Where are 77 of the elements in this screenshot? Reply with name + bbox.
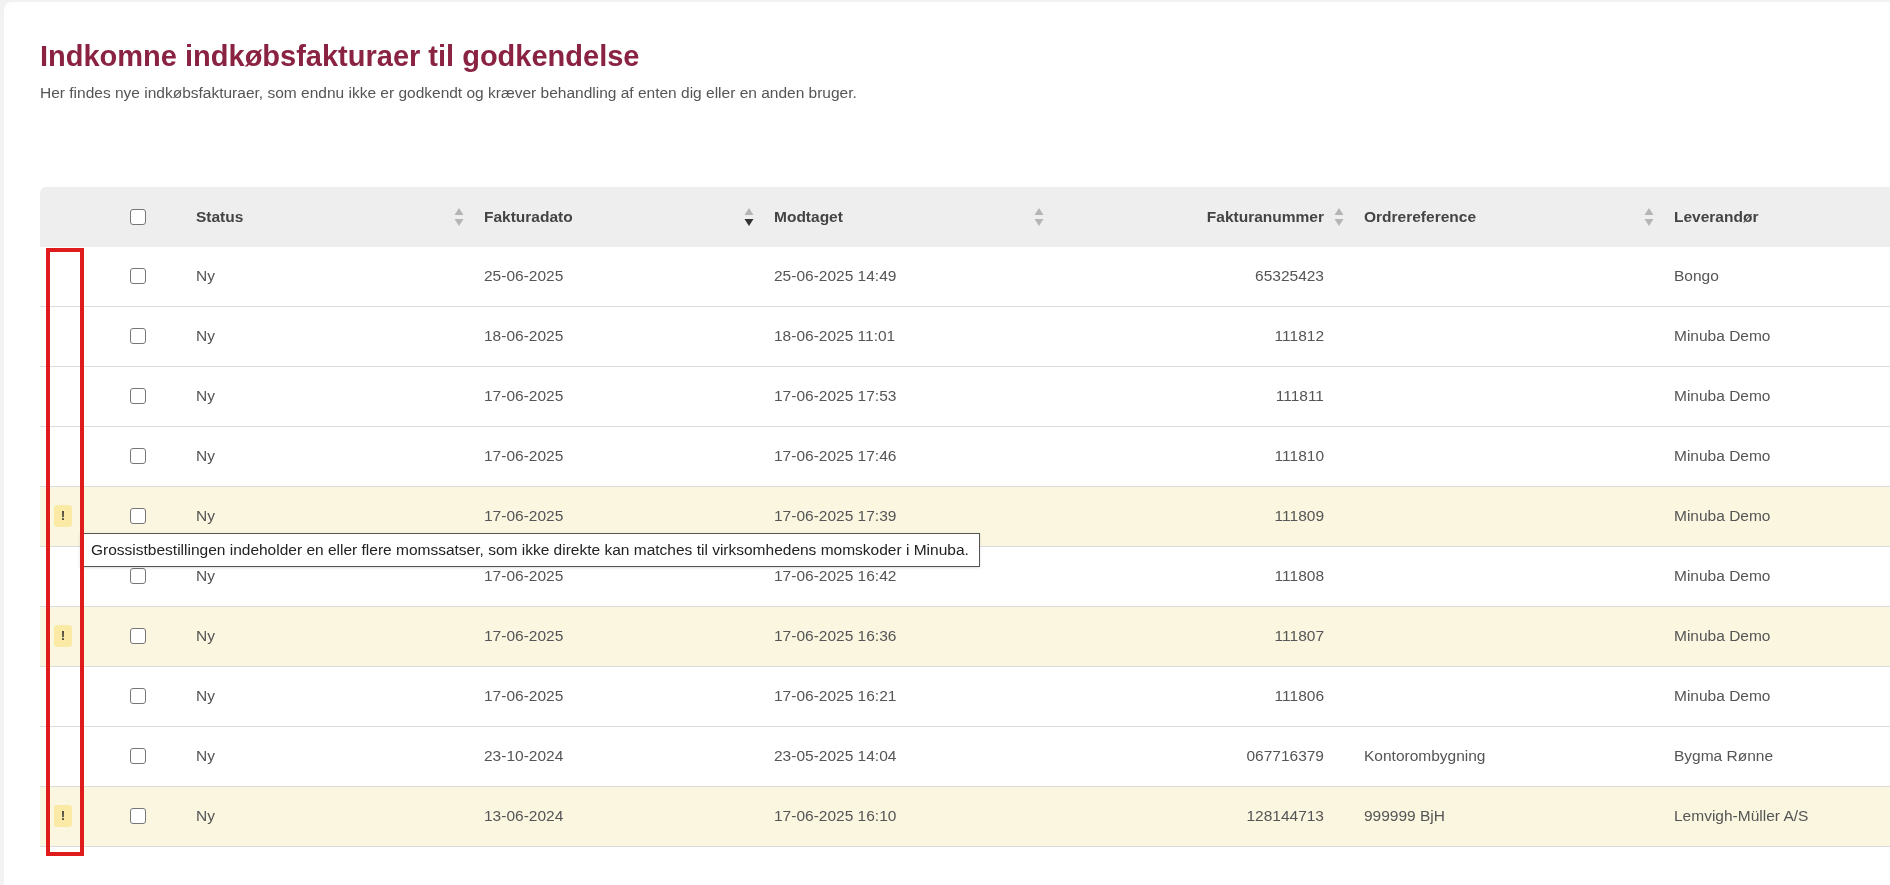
page-subtitle: Her findes nye indkøbsfakturaer, som endnu ikke er godkendt og kræver behandling af enten dig eller en anden bruger. (40, 83, 857, 104)
table-cell-text: 23-05-2025 14:04 (774, 746, 897, 767)
warning-badge[interactable]: ! (54, 505, 72, 527)
table-cell-text: 18-06-2025 11:01 (774, 326, 896, 347)
table-cell-text: 111809 (1274, 506, 1324, 527)
table-row[interactable]: ! Ny 13-06-2024 17-06-2025 16:10 128144713 999999 BjH Lemvigh-Müller A/S (40, 786, 1890, 847)
table-cell-text: 17-06-2025 (484, 446, 564, 467)
table-cell-text: 17-06-2025 (484, 506, 564, 527)
checkbox[interactable] (130, 688, 146, 704)
table-cell-text: 17-06-2025 16:42 (774, 566, 897, 587)
table-cell-text: 17-06-2025 16:36 (774, 626, 897, 647)
checkbox[interactable] (130, 268, 146, 284)
table-cell-text: Ny (196, 506, 215, 527)
column-header[interactable]: Leverandør (1674, 204, 1759, 229)
table-cell-text: Minuba Demo (1674, 446, 1771, 467)
table-cell-text: Ny (196, 266, 215, 287)
table-cell-text: 65325423 (1255, 266, 1324, 287)
checkbox[interactable] (130, 448, 146, 464)
table-cell-text: 25-06-2025 (484, 266, 564, 287)
table-cell-text: Lemvigh-Müller A/S (1674, 806, 1809, 827)
warning-badge[interactable]: ! (54, 805, 72, 827)
table-cell-text: Minuba Demo (1674, 566, 1771, 587)
table-cell-text: 111808 (1274, 566, 1324, 587)
table-cell-text: 111811 (1275, 386, 1324, 407)
table-cell-text: 067716379 (1246, 746, 1324, 767)
table-cell-text: 17-06-2025 (484, 566, 564, 587)
table-cell-text: 111806 (1274, 686, 1324, 707)
checkbox[interactable] (130, 328, 146, 344)
checkbox[interactable] (130, 568, 146, 584)
table-cell-text: Minuba Demo (1674, 326, 1771, 347)
table-cell-text: Ny (196, 626, 215, 647)
table-cell-text: Ny (196, 746, 215, 767)
table-cell-text: 17-06-2025 17:46 (774, 446, 897, 467)
table-cell-text: 128144713 (1246, 806, 1324, 827)
checkbox[interactable] (130, 508, 146, 524)
table-cell-text: 17-06-2025 17:53 (774, 386, 897, 407)
warning-badge[interactable]: ! (54, 625, 72, 647)
table-cell-text: Minuba Demo (1674, 686, 1771, 707)
table-cell-text: Bongo (1674, 266, 1719, 287)
checkbox[interactable] (130, 808, 146, 824)
table-cell-text: 17-06-2025 (484, 686, 564, 707)
table-cell-text: Minuba Demo (1674, 386, 1771, 407)
column-header[interactable]: Ordrereference (1364, 204, 1476, 229)
table-cell-text: 23-10-2024 (484, 746, 564, 767)
sort-icon[interactable] (744, 206, 754, 227)
table-cell-text: 17-06-2025 17:39 (774, 506, 897, 527)
table-cell-text: Minuba Demo (1674, 626, 1771, 647)
page-title: Indkomne indkøbsfakturaer til godkendelse (40, 39, 640, 74)
table-cell-text: 111810 (1274, 446, 1324, 467)
table-cell-text: Kontorombygning (1364, 746, 1486, 767)
column-header[interactable]: Fakturanummer (1206, 204, 1324, 229)
table-cell-text: Ny (196, 566, 215, 587)
table-cell-text: Ny (196, 326, 215, 347)
table-cell-text: 17-06-2025 (484, 626, 564, 647)
table-cell-text: 17-06-2025 16:10 (774, 806, 897, 827)
table-cell-text: 111807 (1274, 626, 1324, 647)
checkbox[interactable] (130, 208, 146, 225)
table-cell-text: 111812 (1274, 326, 1324, 347)
table-cell-text: 13-06-2024 (484, 806, 564, 827)
table-cell-text: Bygma Rønne (1674, 746, 1774, 767)
table-row[interactable]: ! Ny 17-06-2025 17-06-2025 16:36 111807 Minuba Demo (40, 606, 1890, 667)
table-cell-text: 25-06-2025 14:49 (774, 266, 897, 287)
column-header[interactable]: Fakturadato (484, 204, 573, 229)
table-cell-text: 999999 BjH (1364, 806, 1445, 827)
table-cell-text: Ny (196, 686, 215, 707)
column-header[interactable]: Status (196, 204, 244, 229)
table-cell-text: Ny (196, 806, 215, 827)
table-cell-text: 17-06-2025 (484, 386, 564, 407)
column-header[interactable]: Modtaget (774, 204, 843, 229)
checkbox[interactable] (130, 628, 146, 644)
checkbox[interactable] (130, 388, 146, 404)
table-cell-text: 18-06-2025 (484, 326, 564, 347)
table-cell-text: Minuba Demo (1674, 506, 1771, 527)
checkbox[interactable] (130, 748, 146, 764)
table-cell-text: Ny (196, 446, 215, 467)
table-cell-text: Ny (196, 386, 215, 407)
table-cell-text: 17-06-2025 16:21 (774, 686, 897, 707)
